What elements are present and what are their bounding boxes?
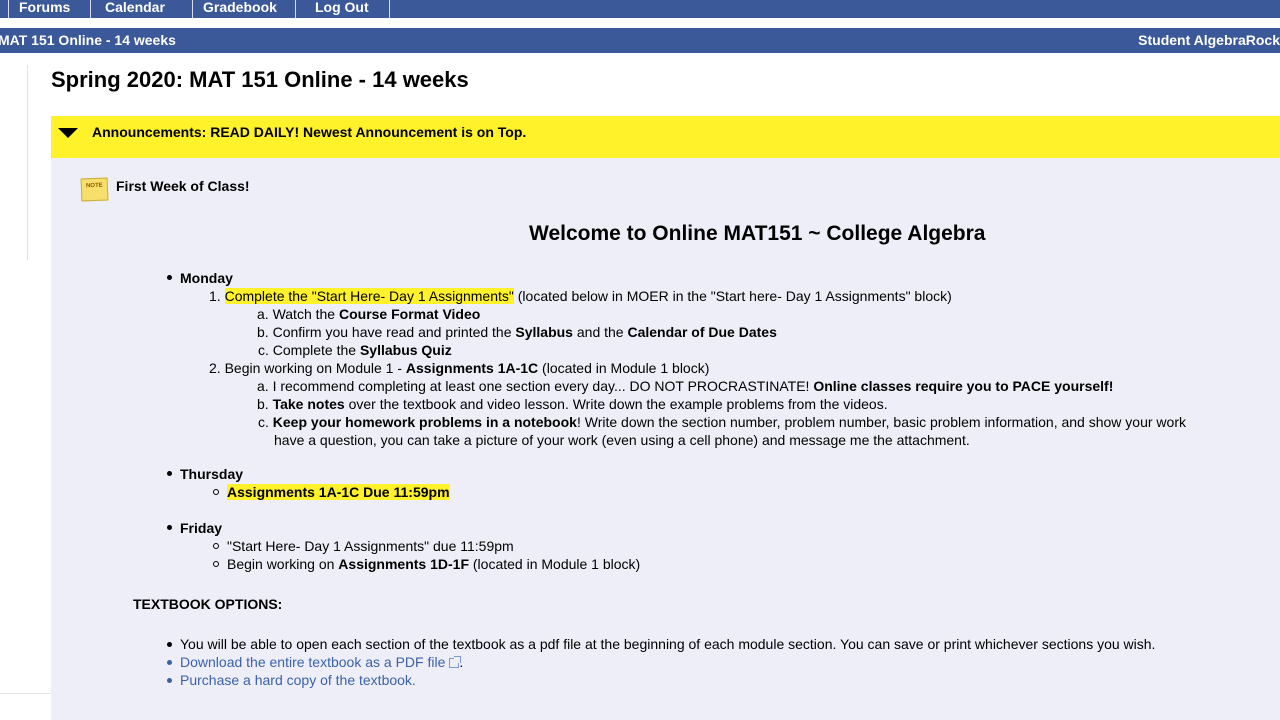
announcements-header[interactable]: Announcements: READ DAILY! Newest Announ… [51,116,1280,158]
highlighted-text: Assignments 1A-1C Due 11:59pm [227,484,450,500]
list-letter: a. [257,306,269,322]
list-letter: c. [258,414,269,430]
list-item: c. Keep your homework problems in a note… [258,413,1186,431]
textbook-heading: TEXTBOOK OPTIONS: [133,596,283,612]
item-text: (located in Module 1 block) [469,556,641,572]
page-title: Spring 2020: MAT 151 Online - 14 weeks [51,67,469,92]
announcements-title: Announcements: READ DAILY! Newest Announ… [92,124,527,140]
list-item: Begin working on Assignments 1D-1F (loca… [227,555,640,573]
bullet-disc-icon [167,525,172,530]
bullet-disc-icon [167,660,172,665]
bullet-disc-icon [167,471,172,476]
item-text: (located in Module 1 block) [538,360,710,376]
day-label-monday: Monday [180,270,233,286]
list-item: b. Take notes over the textbook and vide… [257,395,888,413]
list-item: You will be able to open each section of… [180,636,1156,652]
note-icon-label: NOTE [85,182,103,190]
course-bar: MAT 151 Online - 14 weeks Student Algebr… [0,28,1280,53]
note-icon: NOTE [80,177,109,202]
day-label-friday: Friday [180,520,223,536]
list-item: c. Complete the Syllabus Quiz [258,341,452,359]
list-item: b. Confirm you have read and printed the… [257,323,777,341]
list-letter: b. [257,324,269,340]
bullet-disc-icon [167,642,172,647]
item-bold-text: Keep your homework problems in a noteboo… [272,414,577,430]
list-letter: b. [257,396,269,412]
item-text: over the textbook and video lesson. Writ… [344,396,888,412]
list-letter: c. [258,342,269,358]
list-letter: a. [257,378,269,394]
welcome-heading: Welcome to Online MAT151 ~ College Algeb… [529,222,986,245]
top-nav: Forums Calendar Gradebook Log Out [0,0,1280,18]
collapse-triangle-icon[interactable] [58,128,78,138]
list-number: 1. [209,288,221,304]
item-bold-text: Syllabus [515,324,573,340]
item-bold-text: Take notes [272,396,345,412]
course-name[interactable]: MAT 151 Online - 14 weeks [0,32,176,48]
item-text: (located below in MOER in the "Start her… [517,288,952,304]
item-bold-text: Course Format Video [338,306,481,322]
download-pdf-link[interactable]: Download the entire textbook as a PDF fi… [180,654,445,670]
item-text: Begin working on Module 1 - [224,360,406,376]
user-name[interactable]: Student AlgebraRock [1138,32,1280,48]
item-text: ! Write down the section number, problem… [576,414,1186,430]
list-number: 2. [209,360,221,376]
list-item: 1. Complete the "Start Here- Day 1 Assig… [209,287,952,305]
item-bold-text: Calendar of Due Dates [627,324,777,340]
nav-calendar-link[interactable]: Calendar [91,0,193,18]
bullet-disc-icon [167,275,172,280]
item-bold-text: Online classes require you to PACE yours… [813,378,1114,394]
item-bold-text: Assignments 1A-1C [405,360,539,376]
item-text: Begin working on [227,556,339,572]
day-label-thursday: Thursday [180,466,244,482]
list-item: "Start Here- Day 1 Assignments" due 11:5… [227,538,514,554]
list-item: Assignments 1A-1C Due 11:59pm [227,483,450,501]
bullet-circle-icon [213,543,219,549]
post-title: First Week of Class! [116,178,250,194]
item-bold-text: Syllabus Quiz [359,342,452,358]
list-item-continuation: have a question, you can take a picture … [274,432,970,448]
item-text: Complete the [272,342,360,358]
external-link-icon[interactable] [449,656,462,668]
purchase-textbook-link[interactable]: Purchase a hard copy of the textbook. [180,672,416,688]
highlighted-text: Complete the "Start Here- Day 1 Assignme… [224,288,514,304]
list-item: 2. Begin working on Module 1 - Assignmen… [209,359,709,377]
nav-gradebook-link[interactable]: Gradebook [193,0,296,18]
side-divider [27,65,28,260]
item-bold-text: Assignments 1D-1F [338,556,469,572]
bullet-circle-icon [213,489,219,495]
bullet-circle-icon [213,561,219,567]
nav-forums-link[interactable]: Forums [8,0,91,18]
list-item: Purchase a hard copy of the textbook. [180,671,416,689]
item-text: and the [572,324,628,340]
list-item: a. I recommend completing at least one s… [257,377,1113,395]
list-item: a. Watch the Course Format Video [257,305,480,323]
item-text: I recommend completing at least one sect… [272,378,814,394]
list-item: Download the entire textbook as a PDF fi… [180,653,463,671]
item-text: Confirm you have read and printed the [272,324,516,340]
nav-logout-link[interactable]: Log Out [296,0,390,18]
item-text: Watch the [272,306,339,322]
bullet-disc-icon [167,678,172,683]
